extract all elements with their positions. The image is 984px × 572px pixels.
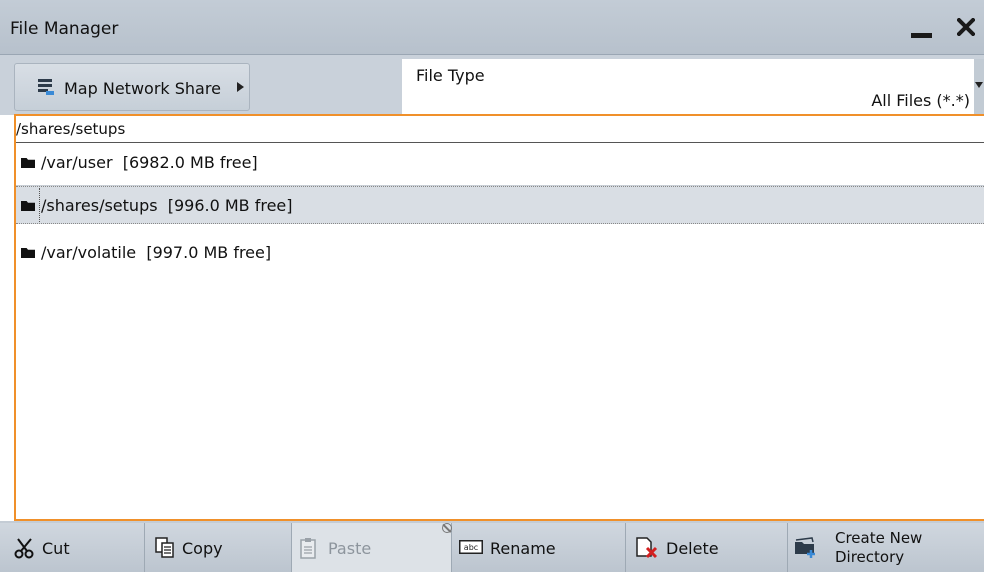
create-new-directory-line2: Directory [835, 548, 905, 566]
cut-label: Cut [42, 539, 70, 558]
paste-button[interactable]: Paste [292, 523, 452, 572]
new-folder-icon [795, 537, 815, 558]
title-bar: File Manager [0, 0, 984, 55]
cut-button[interactable]: Cut [0, 523, 145, 572]
copy-label: Copy [182, 539, 223, 558]
list-item-label: /var/volatile [997.0 MB free] [41, 243, 272, 262]
file-manager-dialog: File Manager Map Network Share File Type… [0, 0, 984, 572]
current-path: /shares/setups [16, 120, 126, 138]
list-item[interactable]: /var/user [6982.0 MB free] [16, 144, 984, 182]
folder-icon [21, 201, 35, 211]
map-network-share-button[interactable]: Map Network Share [14, 63, 250, 111]
file-type-label: File Type [416, 66, 485, 85]
file-type-selector[interactable]: File Type All Files (*.*) [402, 59, 974, 114]
rename-button[interactable]: abc Rename [452, 523, 626, 572]
list-item[interactable]: /var/volatile [997.0 MB free] [16, 234, 984, 272]
minimize-button[interactable] [905, 11, 937, 43]
list-item-label: /var/user [6982.0 MB free] [41, 153, 258, 172]
create-new-directory-label: Create New Directory [835, 529, 922, 567]
scissors-icon [14, 538, 34, 559]
rename-label: Rename [490, 539, 556, 558]
list-item-label: /shares/setups [996.0 MB free] [41, 196, 293, 215]
volume-list: /shares/setups /var/user [6982.0 MB free… [14, 114, 984, 521]
delete-button[interactable]: Delete [626, 523, 788, 572]
close-button[interactable] [950, 11, 982, 43]
copy-button[interactable]: Copy [145, 523, 292, 572]
delete-icon [636, 537, 658, 559]
svg-text:abc: abc [464, 543, 478, 552]
paste-label: Paste [328, 539, 372, 558]
file-type-dropdown-arrow[interactable] [974, 59, 984, 114]
close-icon [957, 18, 975, 36]
delete-label: Delete [666, 539, 719, 558]
submenu-arrow-icon [237, 82, 244, 92]
folder-icon [21, 248, 35, 258]
map-network-share-label: Map Network Share [64, 79, 221, 98]
create-new-directory-button[interactable]: Create New Directory [788, 523, 984, 572]
file-type-value: All Files (*.*) [871, 91, 970, 110]
window-title: File Manager [10, 19, 119, 39]
current-path-bar: /shares/setups [16, 116, 984, 143]
create-new-directory-line1: Create New [835, 529, 923, 547]
list-item-selected[interactable]: /shares/setups [996.0 MB free] [16, 186, 984, 224]
copy-icon [155, 537, 174, 558]
rename-icon: abc [459, 540, 483, 554]
folder-icon [21, 158, 35, 168]
network-share-icon [38, 79, 54, 95]
paste-icon [300, 538, 316, 559]
disabled-icon [442, 523, 452, 533]
